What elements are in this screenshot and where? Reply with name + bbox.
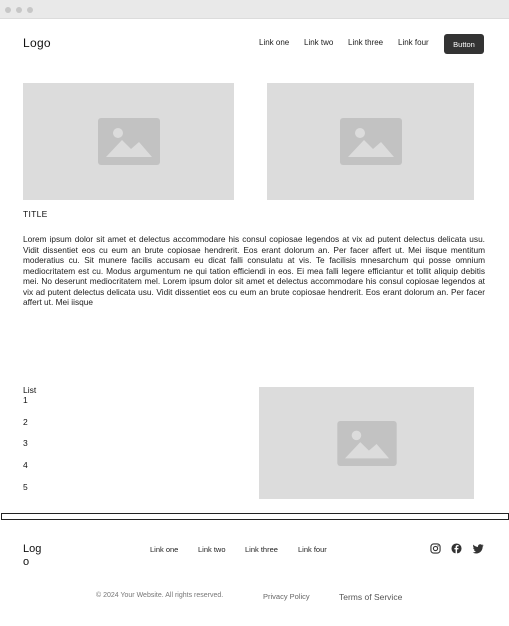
- image-placeholder-right: [267, 83, 474, 200]
- list-item: 4: [23, 460, 28, 470]
- twitter-icon[interactable]: [473, 543, 484, 554]
- footer-link-three[interactable]: Link three: [245, 545, 278, 554]
- list-item: 1: [23, 395, 28, 405]
- image-icon: [339, 118, 402, 165]
- browser-title-bar: [0, 0, 509, 19]
- image-placeholder-bottom: [259, 387, 474, 499]
- image-placeholder-left: [23, 83, 234, 200]
- body-paragraph: Lorem ipsum dolor sit amet et delectus a…: [23, 234, 485, 307]
- image-icon: [97, 118, 160, 165]
- nav-link-two[interactable]: Link two: [304, 38, 333, 47]
- window-minimize-dot[interactable]: [16, 7, 22, 13]
- footer-link-one[interactable]: Link one: [150, 545, 178, 554]
- list-item: 3: [23, 438, 28, 448]
- privacy-policy-link[interactable]: Privacy Policy: [263, 592, 310, 601]
- image-icon: [336, 420, 397, 466]
- list-item: 2: [23, 417, 28, 427]
- nav-link-four[interactable]: Link four: [398, 38, 429, 47]
- nav-link-three[interactable]: Link three: [348, 38, 383, 47]
- terms-of-service-link[interactable]: Terms of Service: [339, 592, 402, 602]
- section-divider: [1, 513, 509, 520]
- footer-link-two[interactable]: Link two: [198, 545, 226, 554]
- list-title: List: [23, 385, 37, 395]
- header-button[interactable]: Button: [444, 34, 484, 54]
- window-close-dot[interactable]: [5, 7, 11, 13]
- list-item: 5: [23, 482, 28, 492]
- footer-link-four[interactable]: Link four: [298, 545, 327, 554]
- copyright-text: © 2024 Your Website. All rights reserved…: [96, 592, 224, 599]
- footer-logo[interactable]: Logo: [23, 543, 45, 569]
- nav-link-one[interactable]: Link one: [259, 38, 289, 47]
- window-maximize-dot[interactable]: [27, 7, 33, 13]
- instagram-icon[interactable]: [430, 543, 441, 554]
- header-logo[interactable]: Logo: [23, 36, 51, 50]
- facebook-icon[interactable]: [451, 543, 462, 554]
- section-title: TITLE: [23, 209, 48, 219]
